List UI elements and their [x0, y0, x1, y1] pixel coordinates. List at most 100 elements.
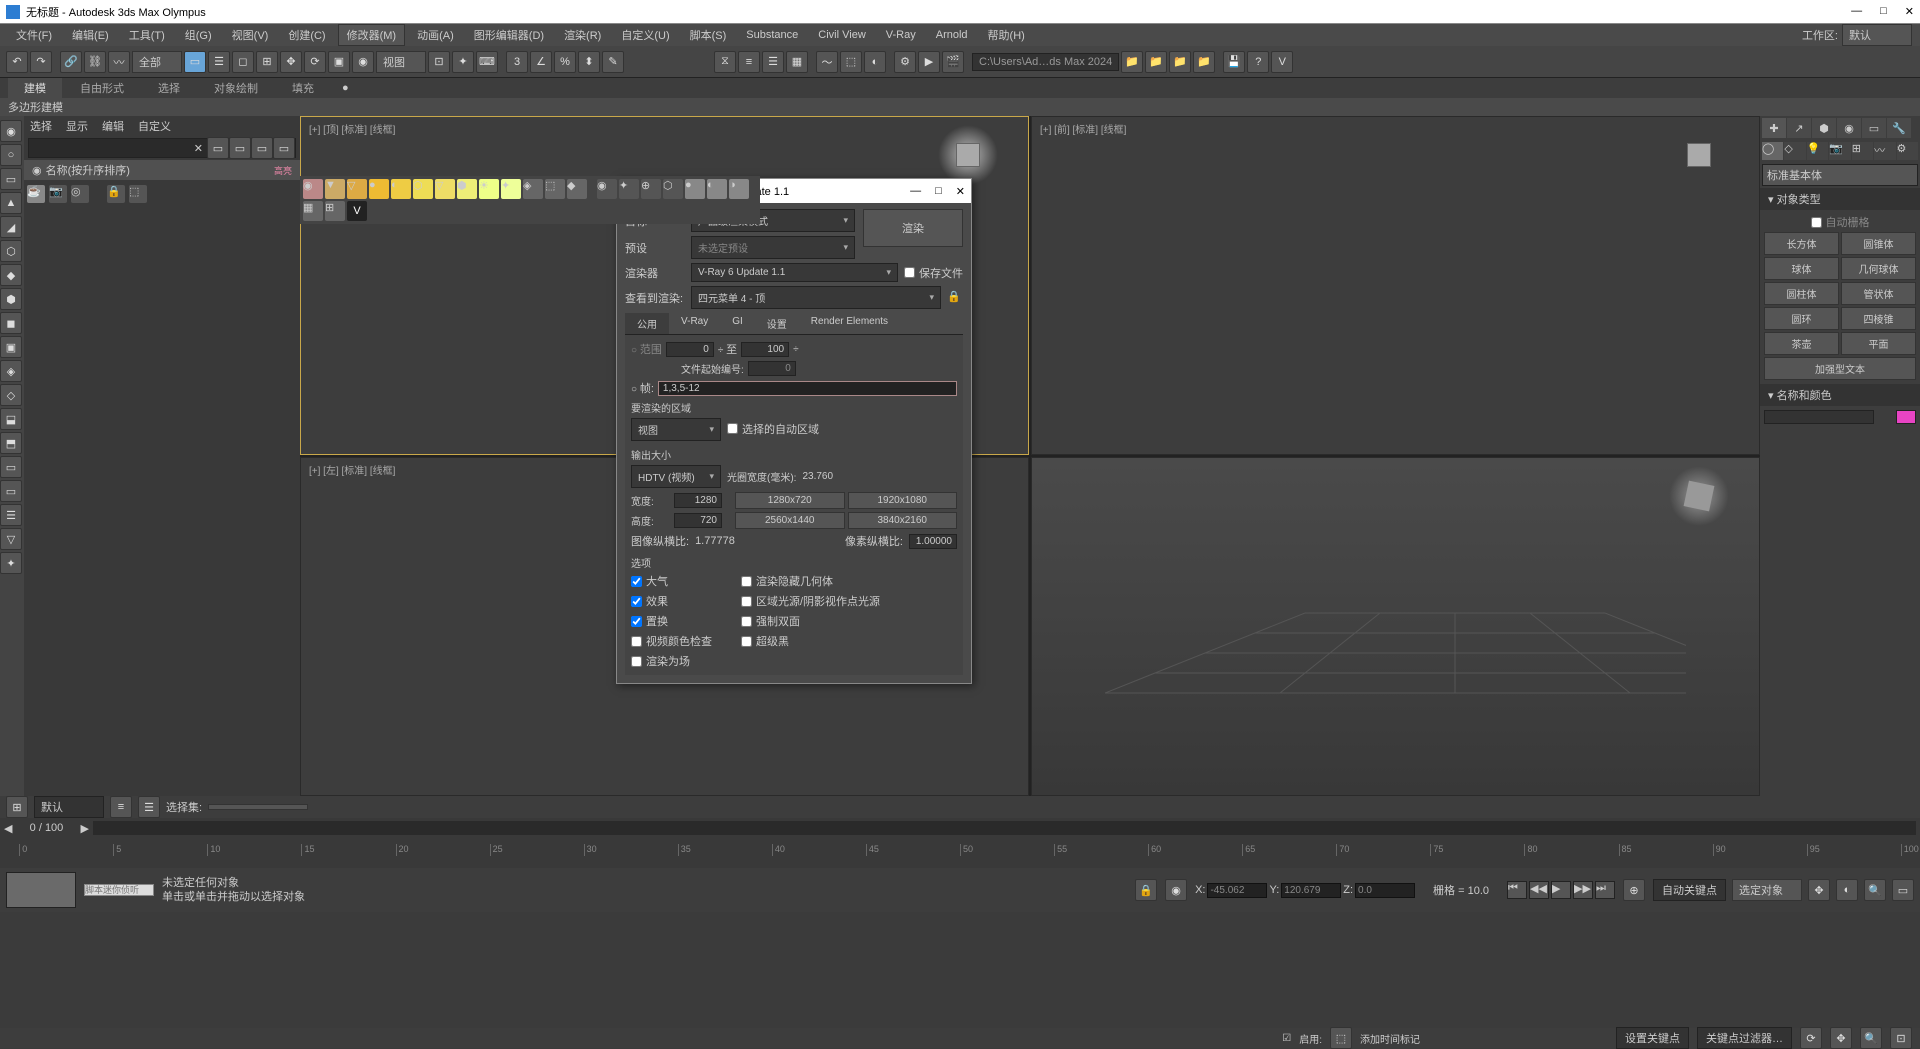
- dlg-tab-render-elements[interactable]: Render Elements: [799, 313, 900, 334]
- prim-box[interactable]: 长方体: [1764, 232, 1839, 255]
- opt-video-check[interactable]: [631, 636, 642, 647]
- ribbon-toggle-button[interactable]: ▦: [786, 51, 808, 73]
- menu-arnold[interactable]: Arnold: [928, 27, 976, 43]
- save-file-checkbox[interactable]: [904, 267, 915, 278]
- select-rotate-button[interactable]: ⟳: [304, 51, 326, 73]
- prim-teapot[interactable]: 茶壶: [1764, 332, 1839, 355]
- key-filter-button[interactable]: 关键点过滤器…: [1697, 1027, 1792, 1049]
- opt-render-hidden[interactable]: [741, 576, 752, 587]
- project-btn-2[interactable]: 📁: [1145, 51, 1167, 73]
- menu-file[interactable]: 文件(F): [8, 25, 60, 45]
- dialog-maximize[interactable]: □: [935, 185, 942, 198]
- project-path-field[interactable]: C:\Users\Ad…ds Max 2024: [972, 53, 1119, 71]
- auto-key-button[interactable]: 自动关键点: [1653, 879, 1726, 901]
- opt-force-2sided[interactable]: [741, 616, 752, 627]
- ribbon-tab-freeform[interactable]: 自由形式: [64, 78, 140, 98]
- viewport-front[interactable]: [+] [前] [标准] [线框]: [1031, 116, 1760, 455]
- script-listener-input[interactable]: [84, 884, 154, 896]
- se-filter-6[interactable]: ⬡: [0, 240, 22, 262]
- vray-tool-19[interactable]: ◐: [707, 179, 727, 199]
- viewport-layout-button[interactable]: ⊞: [6, 796, 28, 818]
- prev-frame[interactable]: ◀◀: [1529, 881, 1549, 899]
- primitive-category-dropdown[interactable]: 标准基本体: [1762, 164, 1918, 186]
- menu-tools[interactable]: 工具(T): [121, 25, 173, 45]
- menu-graph-editors[interactable]: 图形编辑器(D): [466, 25, 552, 45]
- dlg-tab-settings[interactable]: 设置: [755, 313, 799, 334]
- se-filter-8[interactable]: ⬢: [0, 288, 22, 310]
- rect-region-button[interactable]: ◻: [232, 51, 254, 73]
- scene-explorer-sort-row[interactable]: ◉ 名称(按升序排序) 高亮: [24, 160, 300, 180]
- preset-1920x1080[interactable]: 1920x1080: [848, 492, 958, 509]
- preset-dropdown[interactable]: 未选定预设: [691, 236, 855, 259]
- se-filter-4[interactable]: ▲: [0, 192, 22, 214]
- undo-button[interactable]: ↶: [6, 51, 28, 73]
- vray-tool-9[interactable]: ☀: [479, 179, 499, 199]
- vray-tool-15[interactable]: ✦: [619, 179, 639, 199]
- isolate-toggle[interactable]: ◉: [1165, 879, 1187, 901]
- link-button[interactable]: 🔗: [60, 51, 82, 73]
- vray-tool-12[interactable]: ⬚: [545, 179, 565, 199]
- object-name-input[interactable]: [1764, 410, 1874, 424]
- se-filter-2[interactable]: ○: [0, 144, 22, 166]
- opt-displacement[interactable]: [631, 616, 642, 627]
- goto-start[interactable]: ⏮: [1507, 881, 1527, 899]
- prim-cone[interactable]: 圆锥体: [1841, 232, 1916, 255]
- prim-tube[interactable]: 管状体: [1841, 282, 1916, 305]
- menu-group[interactable]: 组(G): [177, 25, 220, 45]
- select-scale-button[interactable]: ▣: [328, 51, 350, 73]
- opt-render-fields[interactable]: [631, 656, 642, 667]
- se-icon-teapot[interactable]: ☕: [27, 185, 45, 203]
- lock-view-icon[interactable]: 🔒: [947, 290, 963, 306]
- cmd-sub-lights[interactable]: 💡: [1807, 142, 1828, 160]
- area-dropdown[interactable]: 视图: [631, 418, 721, 441]
- key-mode[interactable]: ⊕: [1623, 879, 1645, 901]
- opt-effects[interactable]: [631, 596, 642, 607]
- menu-help[interactable]: 帮助(H): [980, 25, 1033, 45]
- viewport-left-label[interactable]: [+] [左] [标准] [线框]: [309, 462, 395, 477]
- vray-tool-4[interactable]: ●: [369, 179, 389, 199]
- project-btn-1[interactable]: 📁: [1121, 51, 1143, 73]
- view-dropdown[interactable]: 四元菜单 4 - 顶: [691, 286, 941, 309]
- cmd-tab-display[interactable]: ▭: [1862, 118, 1886, 138]
- cmd-tab-utilities[interactable]: 🔧: [1887, 118, 1911, 138]
- nav-7[interactable]: 🔍: [1860, 1027, 1882, 1049]
- search-input[interactable]: [29, 142, 190, 154]
- y-coord-input[interactable]: [1281, 883, 1341, 898]
- spinner-snap-button[interactable]: ⬍: [578, 51, 600, 73]
- prim-cylinder[interactable]: 圆柱体: [1764, 282, 1839, 305]
- render-frame-button[interactable]: ▶: [918, 51, 940, 73]
- align-button[interactable]: ≡: [738, 51, 760, 73]
- vray-tool-6[interactable]: ⬡: [413, 179, 433, 199]
- menu-vray[interactable]: V-Ray: [878, 27, 924, 43]
- vray-toolbar-button[interactable]: V: [1271, 51, 1293, 73]
- menu-create[interactable]: 创建(C): [280, 25, 333, 45]
- select-object-button[interactable]: ▭: [184, 51, 206, 73]
- enable-opt[interactable]: ⬚: [1330, 1027, 1352, 1049]
- se-filter-7[interactable]: ◆: [0, 264, 22, 286]
- width-spinner[interactable]: 1280: [674, 493, 722, 508]
- unlink-button[interactable]: ⛓: [84, 51, 106, 73]
- vray-tool-21[interactable]: ▦: [303, 201, 323, 221]
- vray-tool-7[interactable]: ▽: [435, 179, 455, 199]
- layer-btn-2[interactable]: ☰: [138, 796, 160, 818]
- scene-explorer-search[interactable]: ✕ ▭ ▭ ▭ ▭: [28, 138, 296, 158]
- vray-tool-10[interactable]: ✦: [501, 179, 521, 199]
- menu-view[interactable]: 视图(V): [224, 25, 277, 45]
- snap-toggle-button[interactable]: 3: [506, 51, 528, 73]
- selection-filter-dropdown[interactable]: 全部: [132, 51, 182, 73]
- opt-super-black[interactable]: [741, 636, 752, 647]
- keyboard-shortcut-button[interactable]: ⌨: [476, 51, 498, 73]
- save-button[interactable]: 💾: [1223, 51, 1245, 73]
- viewcube-persp[interactable]: [1669, 466, 1729, 526]
- preset-3840x2160[interactable]: 3840x2160: [848, 512, 958, 529]
- cmd-tab-hierarchy[interactable]: ⬢: [1812, 118, 1836, 138]
- pixel-aspect-value[interactable]: 1.00000: [909, 534, 957, 549]
- nav-2[interactable]: ◐: [1836, 879, 1858, 901]
- redo-button[interactable]: ↷: [30, 51, 52, 73]
- vray-tool-14[interactable]: ◉: [597, 179, 617, 199]
- se-filter-17[interactable]: ☰: [0, 504, 22, 526]
- viewport-perspective[interactable]: [1031, 457, 1760, 796]
- menu-customize[interactable]: 自定义(U): [613, 25, 677, 45]
- opt-atmospherics[interactable]: [631, 576, 642, 587]
- vray-tool-13[interactable]: ◆: [567, 179, 587, 199]
